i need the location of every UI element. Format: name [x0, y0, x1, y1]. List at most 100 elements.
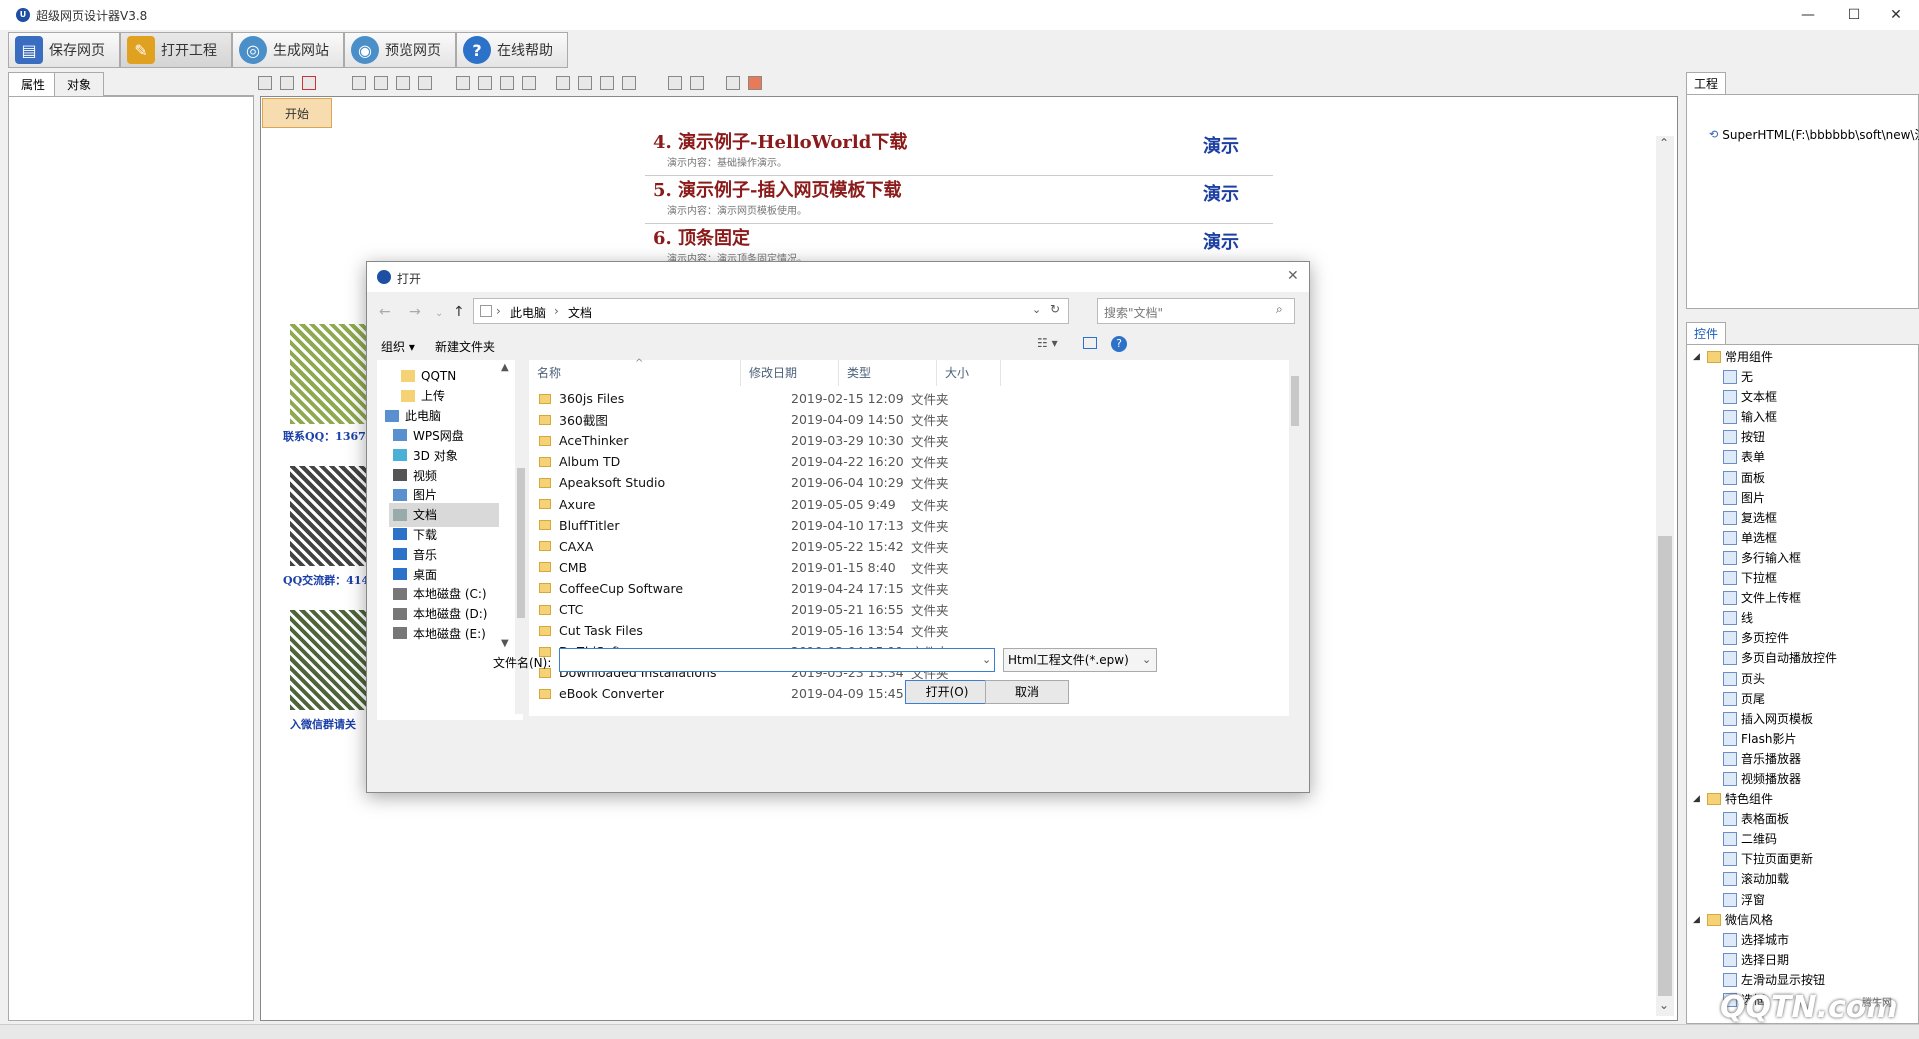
file-row[interactable]: CMB 2019-01-15 8:40 文件夹 — [539, 557, 1295, 578]
same-size-icon[interactable] — [500, 76, 514, 90]
control-item[interactable]: 左滑动显示按钮 — [1723, 970, 1825, 990]
control-item[interactable]: 图片 — [1723, 488, 1765, 508]
control-item[interactable]: 二维码 — [1723, 829, 1777, 849]
control-item[interactable]: 表格面板 — [1723, 809, 1789, 829]
tab-start[interactable]: 开始 — [262, 98, 332, 128]
center-icon[interactable] — [622, 76, 636, 90]
file-row[interactable]: CTC 2019-05-21 16:55 文件夹 — [539, 599, 1295, 620]
align-top-icon[interactable] — [374, 76, 388, 90]
same-width-icon[interactable] — [456, 76, 470, 90]
control-item[interactable]: 选择日期 — [1723, 950, 1789, 970]
address-dropdown-icon[interactable]: ⌄ — [1032, 303, 1041, 316]
color-icon[interactable] — [748, 76, 762, 90]
control-item[interactable]: 页尾 — [1723, 689, 1765, 709]
up-icon[interactable]: ↑ — [453, 304, 465, 320]
minimize-button[interactable]: — — [1785, 0, 1831, 30]
control-item[interactable]: 单选框 — [1723, 528, 1777, 548]
demo-link[interactable]: 演示 — [1203, 180, 1239, 206]
control-group[interactable]: ◢ 常用组件 — [1693, 347, 1773, 367]
demo-link[interactable]: 演示 — [1203, 228, 1239, 254]
filename-dropdown-icon[interactable]: ⌄ — [982, 653, 991, 666]
search-input[interactable]: 搜索"文档" ⌕ — [1097, 298, 1295, 324]
control-item[interactable]: 线 — [1723, 608, 1753, 628]
control-item[interactable]: 无 — [1723, 367, 1753, 387]
control-item[interactable]: 多行输入框 — [1723, 548, 1801, 568]
file-row[interactable]: Cut Task Files 2019-05-16 13:54 文件夹 — [539, 620, 1295, 641]
control-item[interactable]: 下拉框 — [1723, 568, 1777, 588]
demo-link[interactable]: 演示 — [1203, 132, 1239, 158]
file-scrollbar[interactable] — [1289, 360, 1301, 716]
filetype-select[interactable]: Html工程文件(*.epw) ⌄ — [1003, 648, 1157, 672]
align-left-icon[interactable] — [352, 76, 366, 90]
open-button[interactable]: 打开(O) — [905, 680, 989, 704]
scroll-thumb[interactable] — [1658, 536, 1672, 996]
dialog-close-icon[interactable]: ✕ — [1287, 268, 1299, 284]
control-item[interactable]: 选择城市 — [1723, 930, 1789, 950]
file-row[interactable]: Apeaksoft Studio 2019-06-04 10:29 文件夹 — [539, 472, 1295, 493]
preview-pane-icon[interactable] — [1083, 337, 1097, 349]
column-date[interactable]: 修改日期 — [741, 360, 839, 386]
scroll-up-icon[interactable]: ⌃ — [1659, 136, 1669, 150]
control-item[interactable]: 视频播放器 — [1723, 769, 1801, 789]
project-root[interactable]: ⟲ SuperHTML(F:\bbbbbb\soft\new\注册 — [1709, 125, 1919, 145]
file-row[interactable]: CAXA 2019-05-22 15:42 文件夹 — [539, 536, 1295, 557]
control-group[interactable]: ◢ 微信风格 — [1693, 910, 1773, 930]
space-horizontal-icon[interactable] — [556, 76, 570, 90]
control-item[interactable]: Flash影片 — [1723, 729, 1796, 749]
column-type[interactable]: 类型 — [839, 360, 937, 386]
control-item[interactable]: 文本框 — [1723, 387, 1777, 407]
control-item[interactable]: 页头 — [1723, 669, 1765, 689]
control-item[interactable]: 复选框 — [1723, 508, 1777, 528]
online-help-button[interactable]: ? 在线帮助 — [456, 32, 568, 68]
select-region-icon[interactable] — [726, 76, 740, 90]
control-item[interactable]: 按钮 — [1723, 427, 1765, 447]
control-item[interactable]: 音乐播放器 — [1723, 749, 1801, 769]
generate-site-button[interactable]: ◎ 生成网站 — [232, 32, 344, 68]
control-group[interactable]: ◢ 特色组件 — [1693, 789, 1773, 809]
tab-properties[interactable]: 属性 — [8, 72, 59, 96]
file-row[interactable]: Album TD 2019-04-22 16:20 文件夹 — [539, 451, 1295, 472]
paste-icon[interactable] — [280, 76, 294, 90]
breadcrumb-pc[interactable]: 此电脑 — [510, 304, 546, 321]
file-row[interactable]: Axure 2019-05-05 9:49 文件夹 — [539, 494, 1295, 515]
align-bottom-icon[interactable] — [396, 76, 410, 90]
tab-project[interactable]: 工程 — [1686, 72, 1726, 94]
file-row[interactable]: CoffeeCup Software 2019-04-24 17:15 文件夹 — [539, 578, 1295, 599]
open-project-button[interactable]: ✎ 打开工程 — [120, 32, 232, 68]
control-item[interactable]: 输入框 — [1723, 407, 1777, 427]
help-icon[interactable]: ? — [1111, 336, 1127, 352]
save-page-button[interactable]: ▤ 保存网页 — [8, 32, 120, 68]
control-item[interactable]: 滚动加载 — [1723, 869, 1789, 889]
same-height-icon[interactable] — [478, 76, 492, 90]
nav-item[interactable]: 本地磁盘 (E:) — [389, 621, 515, 645]
control-item[interactable]: 表单 — [1723, 447, 1765, 467]
view-options-icon[interactable]: ☷ ▾ — [1037, 336, 1058, 350]
send-back-icon[interactable] — [690, 76, 704, 90]
control-item[interactable]: 文件上传框 — [1723, 588, 1801, 608]
refresh-icon[interactable]: ↻ — [1050, 302, 1060, 316]
file-row[interactable]: 360截图 2019-04-09 14:50 文件夹 — [539, 409, 1295, 430]
tab-controls[interactable]: 控件 — [1686, 322, 1726, 344]
breadcrumb-documents[interactable]: 文档 — [568, 304, 592, 321]
grid-icon[interactable] — [522, 76, 536, 90]
control-item[interactable]: 多页自动播放控件 — [1723, 648, 1837, 668]
delete-icon[interactable] — [302, 76, 316, 90]
new-folder-button[interactable]: 新建文件夹 — [435, 338, 495, 355]
collapse-icon[interactable]: ◢ — [1693, 910, 1703, 930]
collapse-icon[interactable]: ◢ — [1693, 789, 1703, 809]
control-item[interactable]: 浮窗 — [1723, 890, 1765, 910]
nav-scroll-thumb[interactable] — [517, 468, 525, 618]
space-vertical-icon[interactable] — [578, 76, 592, 90]
maximize-button[interactable]: ☐ — [1831, 0, 1877, 30]
close-window-button[interactable]: ✕ — [1873, 0, 1919, 30]
copy-icon[interactable] — [258, 76, 272, 90]
control-item[interactable]: 多页控件 — [1723, 628, 1789, 648]
recent-dropdown-icon[interactable]: ⌄ — [435, 308, 443, 319]
scroll-down-icon[interactable]: ⌄ — [1659, 998, 1669, 1012]
organize-button[interactable]: 组织 ▾ — [381, 338, 415, 355]
control-item[interactable]: 插入网页模板 — [1723, 709, 1813, 729]
column-size[interactable]: 大小 — [937, 360, 1001, 386]
bring-front-icon[interactable] — [668, 76, 682, 90]
file-row[interactable]: AceThinker 2019-03-29 10:30 文件夹 — [539, 430, 1295, 451]
file-scroll-thumb[interactable] — [1291, 376, 1299, 426]
